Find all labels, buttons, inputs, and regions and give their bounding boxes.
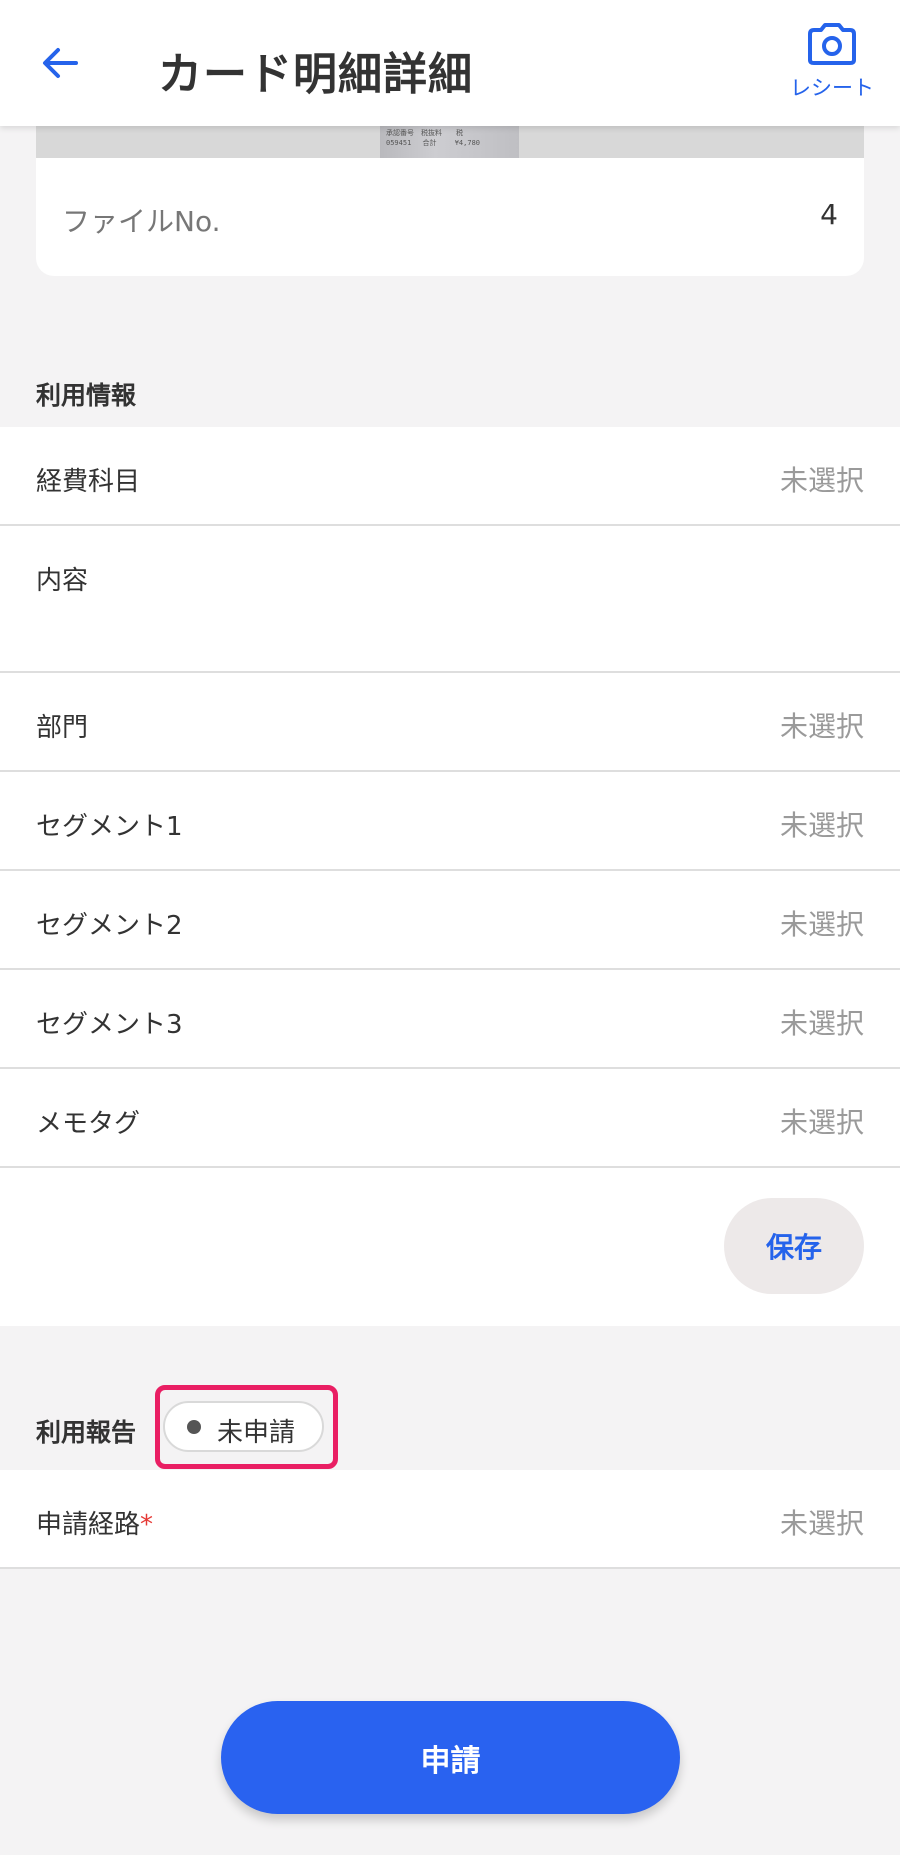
app-header: カード明細詳細 レシート [0, 0, 900, 126]
file-no-value: 4 [820, 198, 838, 231]
row-label: 部門 [36, 713, 89, 743]
list-item-segment-2[interactable]: セグメント2 未選択 [0, 871, 900, 970]
row-value: 未選択 [779, 1106, 864, 1139]
back-button[interactable] [36, 38, 86, 88]
receipt-camera-button[interactable]: レシート [782, 22, 882, 112]
row-label: メモタグ [36, 1109, 141, 1139]
row-value: 未選択 [779, 1007, 864, 1040]
usage-info-list: 経費科目 未選択 内容 部門 未選択 セグメント1 未選択 セグメント2 未選択… [0, 427, 900, 1326]
usage-report-list: 申請経路* 未選択 [0, 1470, 900, 1569]
status-text: 未申請 [217, 1418, 296, 1448]
usage-info-title: 利用情報 [36, 381, 137, 410]
file-no-label: ファイルNo. [62, 205, 221, 238]
receipt-preview[interactable]: 承認番号 税抜料 税 059451 合計 ¥4,780 [36, 126, 864, 158]
submit-button[interactable]: 申請 [221, 1701, 680, 1814]
save-button[interactable]: 保存 [724, 1198, 864, 1294]
file-card: 承認番号 税抜料 税 059451 合計 ¥4,780 ファイルNo. 4 [36, 126, 864, 276]
list-item-content[interactable]: 内容 [0, 526, 900, 673]
required-mark: * [140, 1510, 154, 1540]
list-item-approval-route[interactable]: 申請経路* 未選択 [0, 1470, 900, 1569]
row-label: セグメント1 [36, 812, 183, 842]
row-value: 未選択 [779, 710, 864, 743]
status-dot-icon [187, 1420, 201, 1434]
row-value: 未選択 [779, 1507, 864, 1540]
row-value: 未選択 [779, 809, 864, 842]
status-badge: 未申請 [163, 1401, 324, 1452]
arrow-left-icon [43, 48, 78, 78]
list-item-segment-3[interactable]: セグメント3 未選択 [0, 970, 900, 1069]
save-area: 保存 [0, 1168, 900, 1326]
row-label: 経費科目 [36, 467, 141, 497]
page-title: カード明細詳細 [158, 49, 473, 100]
camera-icon [808, 23, 856, 65]
row-label: 申請経路* [36, 1504, 153, 1541]
list-item-expense-account[interactable]: 経費科目 未選択 [0, 427, 900, 526]
list-item-department[interactable]: 部門 未選択 [0, 673, 900, 772]
row-value: 未選択 [779, 464, 864, 497]
list-item-memo-tag[interactable]: メモタグ 未選択 [0, 1069, 900, 1168]
row-label: セグメント3 [36, 1010, 183, 1040]
row-label: セグメント2 [36, 911, 183, 941]
row-label: 内容 [36, 566, 89, 596]
receipt-thumbnail[interactable]: 承認番号 税抜料 税 059451 合計 ¥4,780 [380, 126, 519, 158]
route-label: 申請経路 [36, 1510, 141, 1540]
receipt-label: レシート [790, 76, 874, 100]
list-item-segment-1[interactable]: セグメント1 未選択 [0, 772, 900, 871]
row-value: 未選択 [779, 908, 864, 941]
usage-report-title: 利用報告 [36, 1418, 137, 1447]
